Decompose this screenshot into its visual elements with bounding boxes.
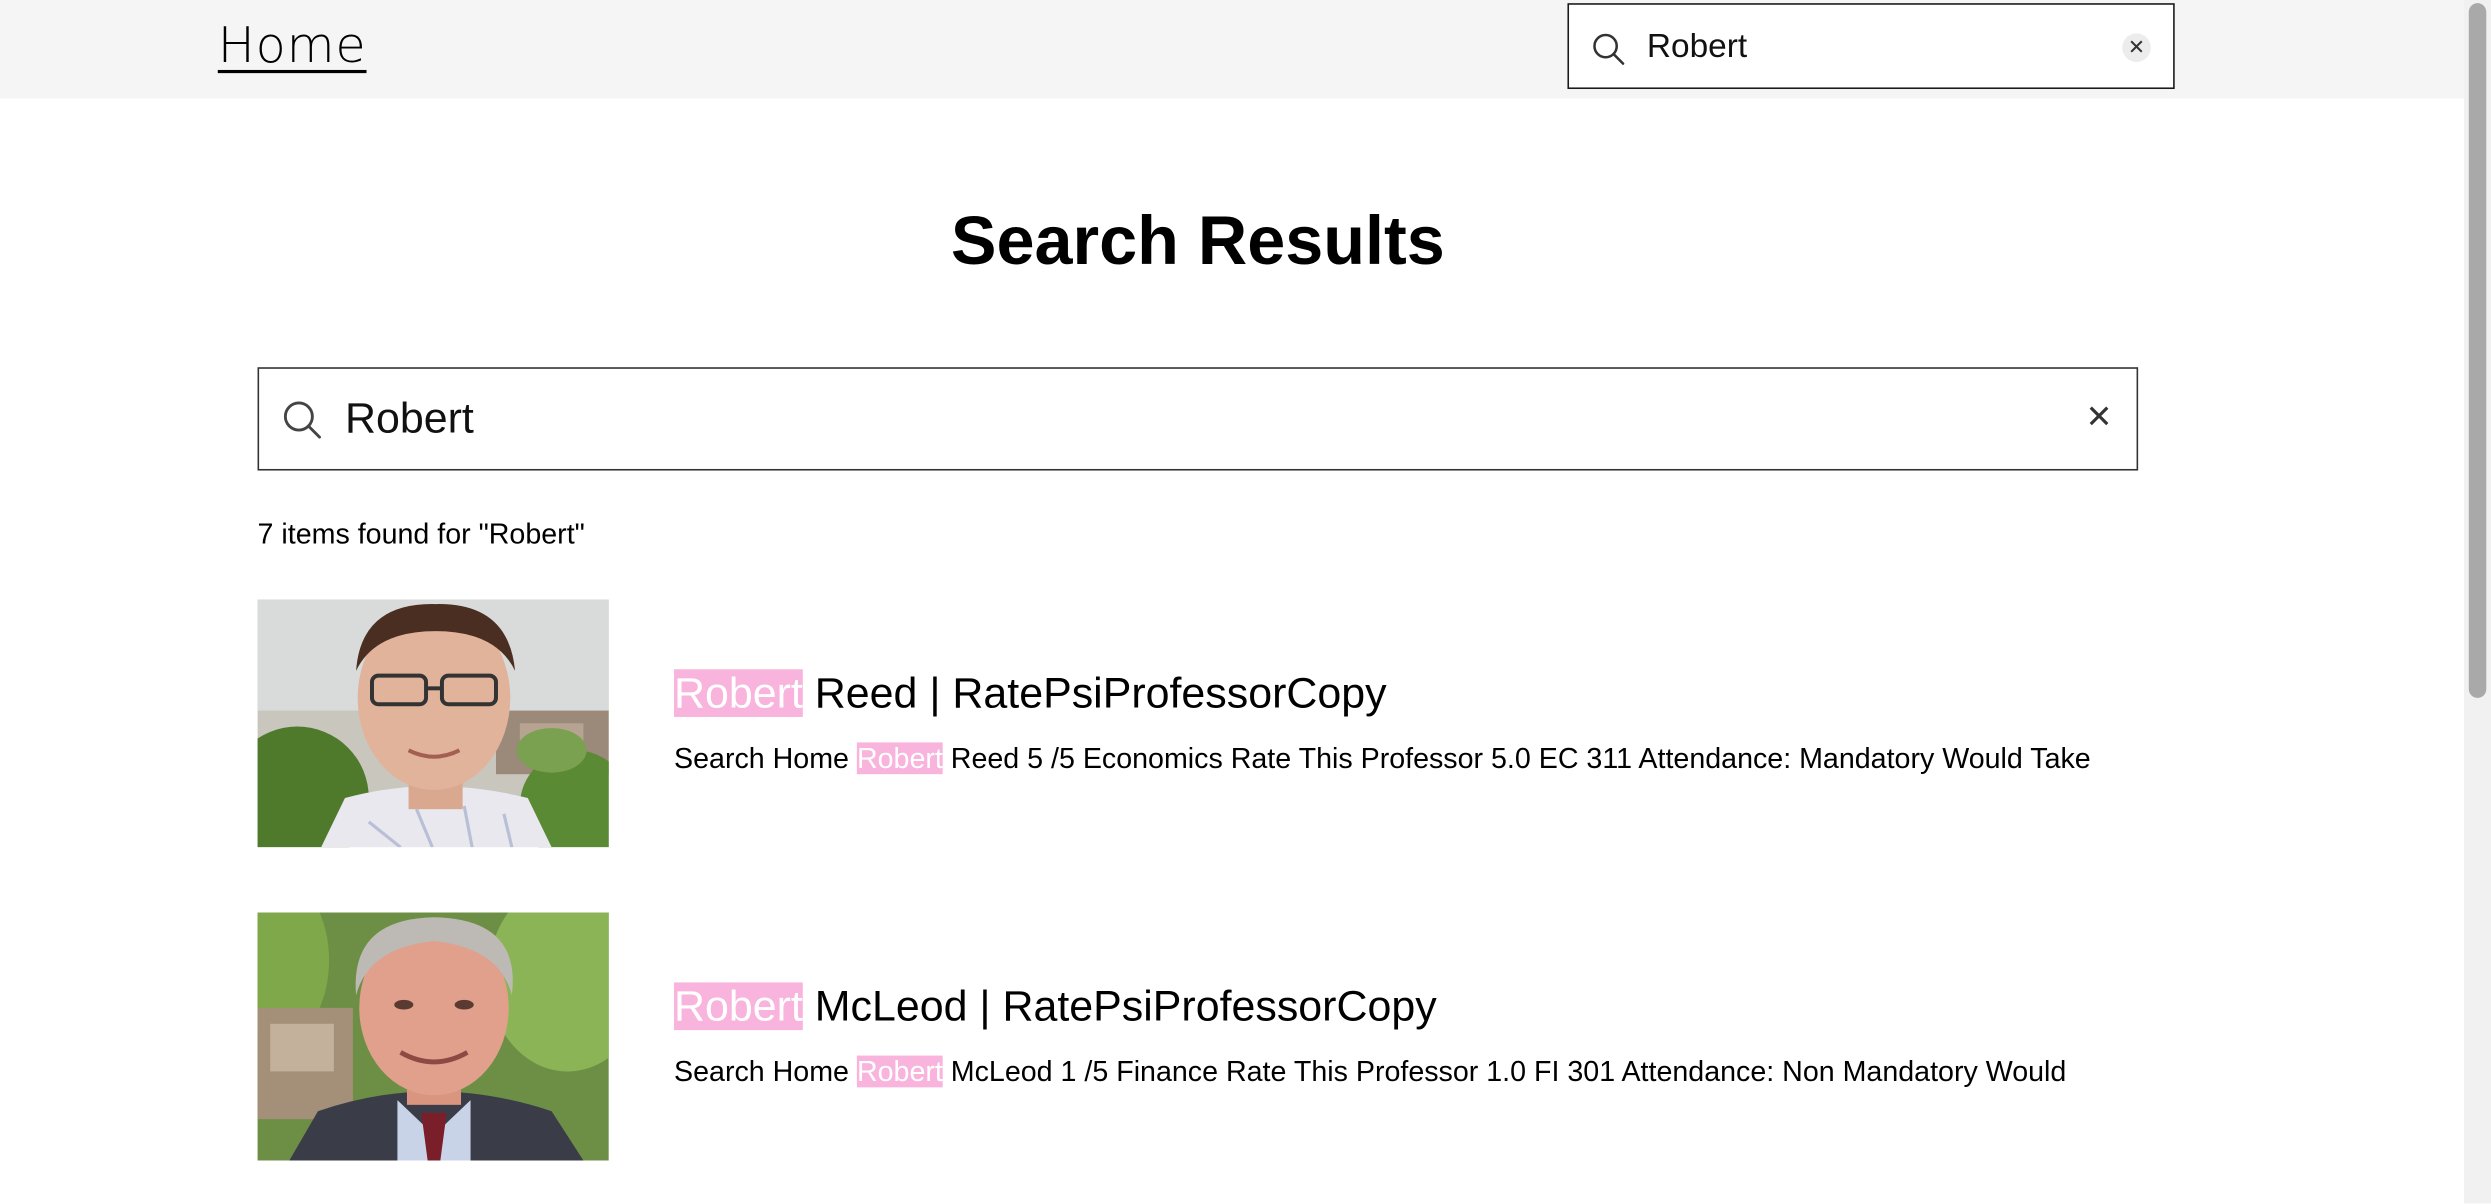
snippet-highlight: Robert bbox=[856, 1055, 943, 1088]
snippet-text: McLeod 1 /5 Finance Rate This Professor … bbox=[942, 1055, 2067, 1088]
result-snippet: Search Home Robert Reed 5 /5 Economics R… bbox=[674, 742, 2091, 775]
page: Home Robert ✕ Search Results Robert ✕ 7 … bbox=[0, 0, 2491, 1204]
header-search-input[interactable]: Robert bbox=[1647, 29, 1747, 67]
result-title-highlight: Robert bbox=[674, 669, 803, 717]
snippet-text: Reed 5 /5 Economics Rate This Professor … bbox=[942, 742, 2091, 775]
search-result: Robert McLeod | RatePsiProfessorCopy Sea… bbox=[257, 912, 2166, 1162]
scrollbar[interactable] bbox=[2464, 0, 2491, 1204]
result-title-link[interactable]: Robert McLeod | RatePsiProfessorCopy bbox=[674, 982, 1437, 1031]
result-title-highlight: Robert bbox=[674, 982, 803, 1031]
scrollbar-thumb[interactable] bbox=[2468, 3, 2487, 698]
result-title-text: McLeod | RatePsiProfessorCopy bbox=[802, 982, 1437, 1031]
main-search-box[interactable]: Robert ✕ bbox=[257, 367, 2139, 471]
home-link[interactable]: Home bbox=[218, 17, 367, 74]
results-count: 7 items found for "Robert" bbox=[257, 518, 585, 551]
result-title-link[interactable]: Robert Reed | RatePsiProfessorCopy bbox=[674, 669, 1387, 718]
result-snippet: Search Home Robert McLeod 1 /5 Finance R… bbox=[674, 1055, 2067, 1089]
snippet-prefix: Search Home bbox=[674, 1055, 857, 1088]
close-icon[interactable]: ✕ bbox=[2122, 33, 2151, 62]
professor-photo[interactable] bbox=[257, 912, 609, 1161]
page-title: Search Results bbox=[950, 203, 1445, 280]
snippet-prefix: Search Home bbox=[674, 742, 857, 775]
main-search-input[interactable]: Robert bbox=[345, 394, 474, 443]
professor-photo[interactable] bbox=[257, 599, 609, 848]
header-search-box[interactable]: Robert ✕ bbox=[1567, 3, 2175, 90]
header-bar: Home Robert ✕ bbox=[0, 0, 2465, 99]
close-icon[interactable]: ✕ bbox=[2086, 402, 2113, 434]
snippet-highlight: Robert bbox=[856, 742, 943, 775]
search-result: Robert Reed | RatePsiProfessorCopy Searc… bbox=[257, 599, 2166, 849]
result-title-text: Reed | RatePsiProfessorCopy bbox=[802, 669, 1387, 717]
search-icon bbox=[281, 399, 322, 448]
search-icon bbox=[1591, 32, 1626, 75]
